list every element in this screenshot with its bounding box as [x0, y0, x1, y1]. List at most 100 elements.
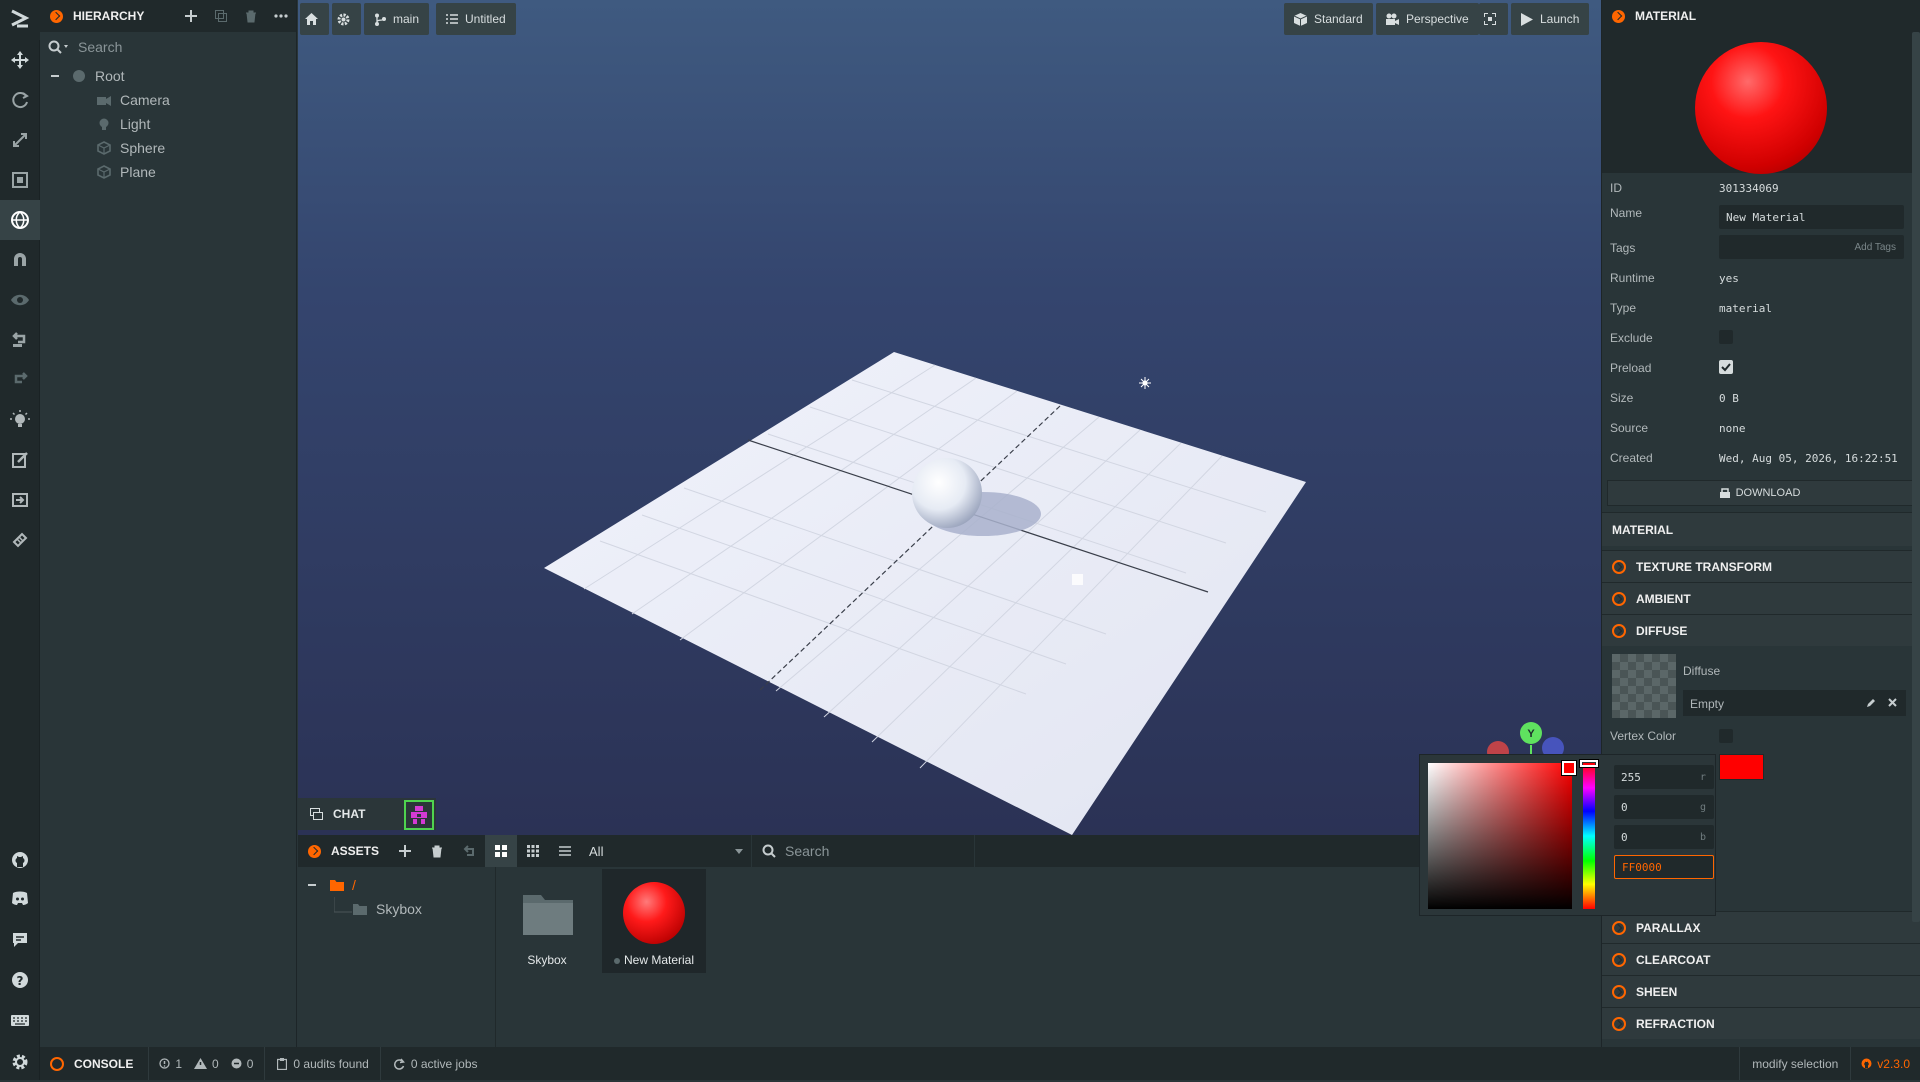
collapse-icon[interactable]: [308, 844, 321, 858]
collapse-icon[interactable]: [1612, 9, 1625, 23]
hierarchy-search[interactable]: Search: [40, 32, 296, 62]
redo-icon[interactable]: [0, 360, 40, 400]
inspector-scrollbar[interactable]: [1912, 32, 1920, 922]
tree-item-light[interactable]: Light: [40, 112, 296, 136]
folder-icon: [353, 903, 367, 915]
hex-input[interactable]: FF0000: [1614, 855, 1714, 879]
download-button[interactable]: DOWNLOAD: [1607, 480, 1913, 506]
discord-icon[interactable]: [0, 878, 40, 918]
light-sun-icon[interactable]: [1139, 377, 1151, 389]
blue-input[interactable]: 0b: [1614, 825, 1714, 849]
red-input[interactable]: 255 r: [1614, 765, 1714, 789]
more-options-icon[interactable]: [266, 0, 296, 32]
settings-button[interactable]: [332, 3, 361, 35]
diffuse-color-swatch[interactable]: [1719, 754, 1764, 780]
hue-slider[interactable]: [1583, 763, 1595, 909]
back-icon[interactable]: [453, 835, 485, 867]
texture-transform-section[interactable]: TEXTURE TRANSFORM: [1602, 550, 1920, 582]
camera-select-button[interactable]: Perspective: [1376, 3, 1479, 35]
sheen-section[interactable]: SHEEN: [1602, 975, 1920, 1007]
add-entity-icon[interactable]: [176, 0, 206, 32]
world-space-icon[interactable]: [0, 200, 40, 240]
red-value: 255: [1621, 770, 1641, 784]
hue-slider-handle[interactable]: [1579, 759, 1599, 768]
exclude-checkbox[interactable]: [1719, 330, 1733, 344]
keyboard-icon[interactable]: [0, 1000, 40, 1040]
folder-icon: [523, 895, 573, 935]
scene-viewport[interactable]: Y main Untitled Standard Perspective Lau…: [298, 0, 1601, 835]
ambient-section[interactable]: AMBIENT: [1602, 582, 1920, 614]
undo-icon[interactable]: [0, 320, 40, 360]
duplicate-icon[interactable]: [206, 0, 236, 32]
delete-asset-icon[interactable]: [421, 835, 453, 867]
settings-gear-icon[interactable]: [0, 1042, 40, 1082]
entity-icon: [73, 70, 85, 82]
delete-icon[interactable]: [236, 0, 266, 32]
playcanvas-logo-icon[interactable]: [0, 0, 40, 40]
home-button[interactable]: [300, 3, 329, 35]
snap-magnet-icon[interactable]: [0, 240, 40, 280]
rotate-tool-icon[interactable]: [0, 80, 40, 120]
edit-pencil-icon[interactable]: [1866, 698, 1876, 708]
asset-item-new-material[interactable]: New Material: [602, 869, 706, 973]
grid-view-small-icon[interactable]: [517, 835, 549, 867]
color-picker-popup[interactable]: 255 r 0g 0b FF0000: [1419, 754, 1716, 916]
tree-item-camera[interactable]: Camera: [40, 88, 296, 112]
publish-icon[interactable]: [0, 480, 40, 520]
tree-item-root[interactable]: Root: [40, 64, 296, 88]
api-icon[interactable]: [0, 520, 40, 560]
folder-root[interactable]: /: [298, 873, 495, 897]
asset-search-input[interactable]: Search: [751, 835, 976, 867]
section-title: SHEEN: [1636, 984, 1678, 999]
diffuse-texture-slot[interactable]: [1612, 654, 1676, 718]
audits-status[interactable]: 0 audits found: [293, 1057, 368, 1071]
user-avatar[interactable]: [404, 800, 434, 830]
diffuse-section[interactable]: DIFFUSE: [1602, 614, 1920, 646]
branch-button[interactable]: main: [364, 3, 430, 35]
tree-item-plane[interactable]: Plane: [40, 160, 296, 184]
green-input[interactable]: 0g: [1614, 795, 1714, 819]
focus-eye-icon[interactable]: [0, 280, 40, 320]
console-label[interactable]: CONSOLE: [74, 1057, 133, 1071]
github-icon[interactable]: [0, 840, 40, 880]
name-input[interactable]: New Material: [1719, 205, 1904, 229]
clearcoat-section[interactable]: CLEARCOAT: [1602, 943, 1920, 975]
created-value: Wed, Aug 05, 2026, 16:22:51: [1719, 452, 1898, 465]
diffuse-asset-field[interactable]: Empty: [1683, 690, 1906, 716]
tags-input[interactable]: Add Tags: [1719, 235, 1904, 259]
console-toggle-icon[interactable]: [50, 1056, 64, 1071]
scale-tool-icon[interactable]: [0, 120, 40, 160]
fullscreen-button[interactable]: [1479, 3, 1508, 35]
sphere-mesh[interactable]: [912, 458, 982, 528]
scene-render[interactable]: Y: [298, 0, 1601, 835]
color-field-handle[interactable]: [1561, 760, 1577, 776]
feedback-icon[interactable]: [0, 920, 40, 960]
tree-item-sphere[interactable]: Sphere: [40, 136, 296, 160]
launch-button[interactable]: Launch: [1511, 3, 1590, 35]
folder-skybox[interactable]: Skybox: [298, 897, 495, 921]
collapse-toggle-icon[interactable]: [308, 884, 316, 886]
translate-tool-icon[interactable]: [0, 40, 40, 80]
saturation-value-field[interactable]: [1428, 763, 1572, 909]
diffuse-asset-value: Empty: [1690, 697, 1725, 711]
version-badge[interactable]: v2.3.0: [1850, 1047, 1920, 1080]
add-asset-icon[interactable]: [389, 835, 421, 867]
scene-list-button[interactable]: Untitled: [436, 3, 516, 35]
collapse-icon[interactable]: [50, 9, 63, 23]
code-editor-icon[interactable]: [0, 440, 40, 480]
render-mode-button[interactable]: Standard: [1284, 3, 1373, 35]
refraction-section[interactable]: REFRACTION: [1602, 1007, 1920, 1039]
vertex-color-checkbox[interactable]: [1719, 729, 1733, 743]
preload-checkbox[interactable]: [1719, 360, 1733, 374]
asset-item-skybox[interactable]: Skybox: [504, 873, 590, 977]
bake-lightmap-icon[interactable]: [0, 400, 40, 440]
asset-filter-select[interactable]: All: [581, 835, 751, 867]
help-icon[interactable]: ?: [0, 960, 40, 1000]
resize-tool-icon[interactable]: [0, 160, 40, 200]
grid-view-large-icon[interactable]: [485, 835, 518, 867]
light-gizmo[interactable]: [1072, 574, 1083, 585]
close-icon[interactable]: [1888, 698, 1897, 707]
warning-count: 0: [212, 1056, 219, 1071]
collapse-toggle-icon[interactable]: [51, 75, 59, 77]
list-view-icon[interactable]: [549, 835, 581, 867]
